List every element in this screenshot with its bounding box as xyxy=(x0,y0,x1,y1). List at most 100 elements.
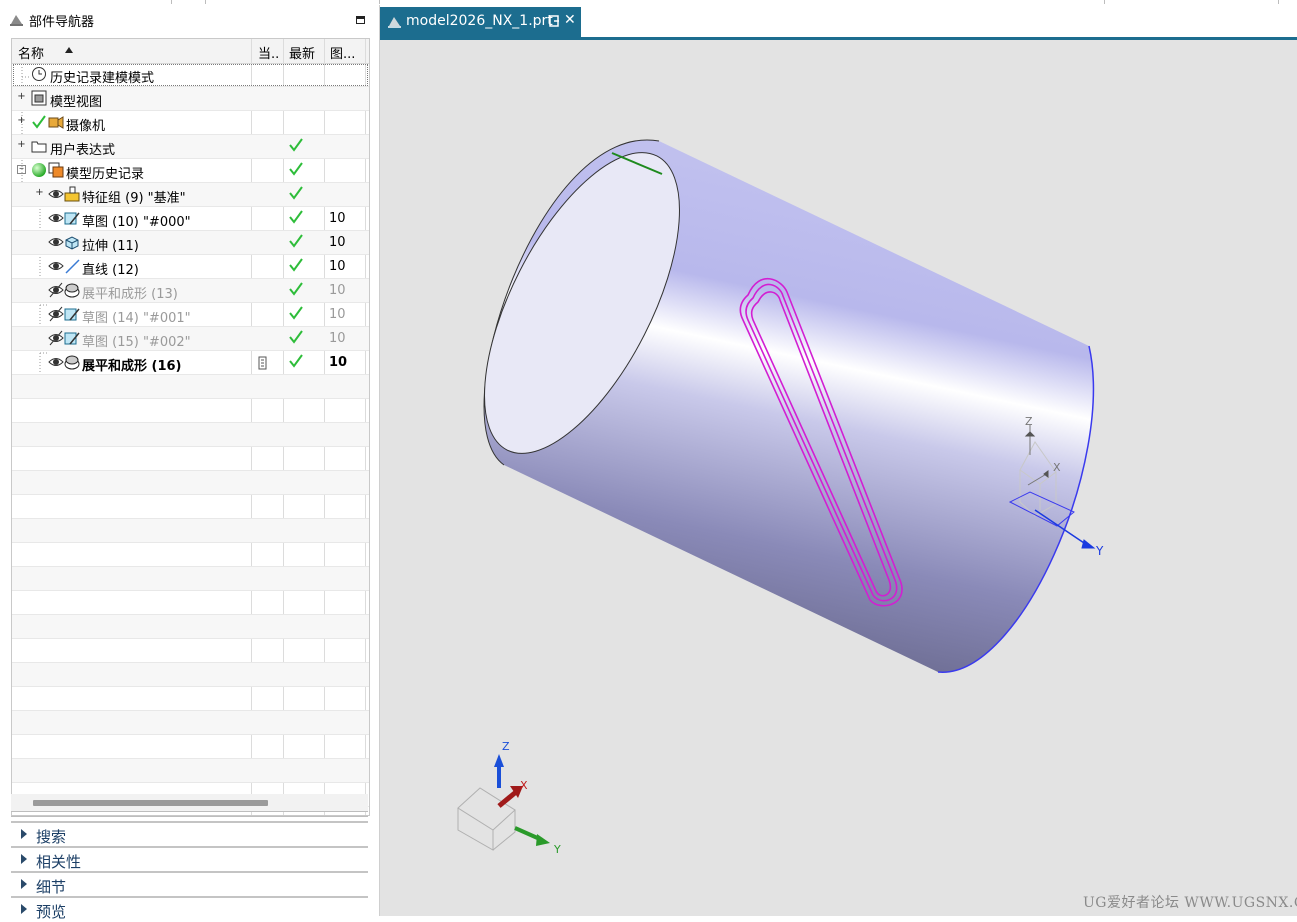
current-feature-marker-icon xyxy=(258,356,267,370)
latest-checkmark-icon xyxy=(289,186,303,200)
column-header-name[interactable]: 名称 xyxy=(18,43,44,62)
tree-row-model-history[interactable]: – 模型历史记录 xyxy=(12,159,369,183)
latest-checkmark-icon xyxy=(289,354,303,368)
tree-row-label: 草图 (10) "#000" xyxy=(82,215,191,230)
expand-arrow-icon xyxy=(21,829,27,839)
eye-hidden-icon xyxy=(48,330,64,346)
latest-checkmark-icon xyxy=(289,234,303,248)
horizontal-scrollbar[interactable] xyxy=(11,794,368,812)
part-navigator-panel: 部件导航器 名称 当.. 最新 图... 历史记录建模模式 + 模型视图 + 摄… xyxy=(0,5,380,921)
panel-splitter[interactable] xyxy=(11,811,368,817)
maximize-icon[interactable] xyxy=(356,16,365,24)
tree-row-sketch-14[interactable]: 草图 (14) "#001" 10 xyxy=(12,303,369,327)
tree-row-unform-13[interactable]: 展平和成形 (13) 10 xyxy=(12,279,369,303)
layer-value: 10 xyxy=(329,235,346,250)
toolbar-divider xyxy=(1278,0,1279,4)
sketch-icon xyxy=(64,308,80,321)
expand-plus-icon[interactable]: + xyxy=(17,116,26,126)
status-green-ball-icon xyxy=(32,163,46,177)
collapse-minus-icon[interactable]: – xyxy=(17,164,26,174)
eye-icon xyxy=(48,190,64,198)
eye-hidden-icon xyxy=(48,306,64,322)
tree-row-user-expressions[interactable]: + 用户表达式 xyxy=(12,135,369,159)
expand-arrow-icon xyxy=(21,904,27,914)
expand-arrow-icon xyxy=(21,879,27,889)
section-preview[interactable]: 预览 xyxy=(11,896,368,922)
tree-row-label: 草图 (15) "#002" xyxy=(82,335,191,350)
line-icon xyxy=(65,259,80,274)
document-tab[interactable]: model2026_NX_1.prt ✕ xyxy=(380,7,581,37)
close-tab-icon[interactable]: ✕ xyxy=(564,12,576,28)
layer-value: 10 xyxy=(329,283,346,298)
tree-empty-row xyxy=(12,591,369,615)
eye-icon xyxy=(48,214,64,222)
tree-row-label: 特征组 (9) "基准" xyxy=(82,191,186,206)
document-tab-bar: model2026_NX_1.prt ✕ xyxy=(380,5,1297,40)
float-window-icon[interactable] xyxy=(549,14,560,27)
wcs-y-label: Y xyxy=(1095,544,1104,558)
folder-icon xyxy=(31,141,47,153)
wcs-z-label: Z xyxy=(1025,415,1033,428)
tree-row-label: 展平和成形 (13) xyxy=(82,287,178,302)
tree-row-feature-group[interactable]: + 特征组 (9) "基准" xyxy=(12,183,369,207)
tree-empty-row xyxy=(12,399,369,423)
latest-checkmark-icon xyxy=(289,138,303,152)
grid-header: 名称 当.. 最新 图... xyxy=(12,39,369,64)
tree-empty-row xyxy=(12,687,369,711)
forum-watermark: UG爱好者论坛 WWW.UGSNX.COM xyxy=(1083,895,1297,911)
expand-plus-icon[interactable]: + xyxy=(17,140,26,150)
eye-icon xyxy=(48,262,64,270)
sketch-icon xyxy=(64,212,80,225)
tree-row-model-views[interactable]: + 模型视图 xyxy=(12,87,369,111)
camera-icon xyxy=(48,116,64,129)
part-file-icon xyxy=(388,17,401,28)
tree-empty-row xyxy=(12,471,369,495)
layer-value: 10 xyxy=(329,259,346,274)
tree-row-sketch-15[interactable]: 草图 (15) "#002" 10 xyxy=(12,327,369,351)
tree-row-label: 展平和成形 (16) xyxy=(82,359,182,374)
flatten-form-icon xyxy=(64,283,80,298)
tree-row-label: 直线 (12) xyxy=(82,263,139,278)
sort-ascending-icon[interactable] xyxy=(65,47,73,53)
flatten-form-icon xyxy=(64,355,80,370)
triad-y-label: Y xyxy=(553,843,561,856)
expand-plus-icon[interactable]: + xyxy=(35,188,44,198)
checkmark-icon xyxy=(32,115,46,129)
tree-row-label: 草图 (14) "#001" xyxy=(82,311,191,326)
tree-row-label: 用户表达式 xyxy=(50,143,116,158)
wcs-x-label: X xyxy=(1053,461,1061,474)
layer-value: 10 xyxy=(329,211,346,226)
triad-z-label: Z xyxy=(502,740,510,753)
tree-empty-row xyxy=(12,735,369,759)
column-header-latest[interactable]: 最新 xyxy=(289,43,315,62)
section-label: 相关性 xyxy=(36,853,82,871)
tree-empty-row xyxy=(12,519,369,543)
tree-empty-row xyxy=(12,543,369,567)
tree-empty-row xyxy=(12,447,369,471)
graphics-viewport[interactable]: Z X Y Z X Y UG爱好者论坛 WWW.UGSNX.COM xyxy=(380,40,1297,916)
tree-row-sketch-10[interactable]: 草图 (10) "#000" 10 xyxy=(12,207,369,231)
toolbar-divider xyxy=(1104,0,1105,4)
column-header-current[interactable]: 当.. xyxy=(258,43,279,62)
view-triad[interactable] xyxy=(457,754,550,851)
section-search[interactable]: 搜索 xyxy=(11,821,368,847)
tab-title: model2026_NX_1.prt xyxy=(406,13,553,29)
navigator-tree-grid[interactable]: 名称 当.. 最新 图... 历史记录建模模式 + 模型视图 + 摄像机 + 用… xyxy=(11,38,370,816)
expand-plus-icon[interactable]: + xyxy=(17,92,26,102)
navigator-title: 部件导航器 xyxy=(29,15,95,30)
tree-row-cameras[interactable]: + 摄像机 xyxy=(12,111,369,135)
column-header-layer[interactable]: 图... xyxy=(330,43,355,62)
section-details[interactable]: 细节 xyxy=(11,871,368,897)
tree-row-history-mode[interactable]: 历史记录建模模式 xyxy=(12,63,369,87)
tree-row-line-12[interactable]: 直线 (12) 10 xyxy=(12,255,369,279)
tree-empty-row xyxy=(12,375,369,399)
tree-row-extrude-11[interactable]: 拉伸 (11) 10 xyxy=(12,231,369,255)
tree-row-unform-16[interactable]: 展平和成形 (16) 10 xyxy=(12,351,369,375)
extrude-icon xyxy=(65,236,79,250)
tree-empty-row xyxy=(12,615,369,639)
tree-empty-row xyxy=(12,423,369,447)
history-feature-icon xyxy=(48,162,64,178)
scrollbar-thumb[interactable] xyxy=(33,800,268,806)
tree-empty-row xyxy=(12,567,369,591)
section-dependencies[interactable]: 相关性 xyxy=(11,846,368,872)
